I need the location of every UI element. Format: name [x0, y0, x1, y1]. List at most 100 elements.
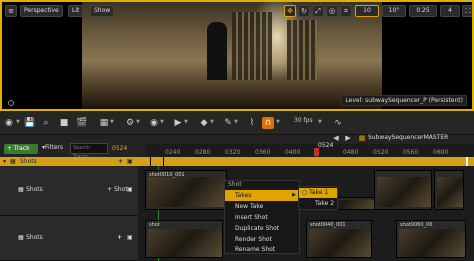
menu-item-duplicate-shot[interactable]: Duplicate Shot: [225, 223, 299, 234]
settings-icon[interactable]: ⚙: [124, 117, 136, 129]
playhead-frame-label: 0524: [318, 142, 334, 149]
clip-thumbnail: [437, 177, 463, 207]
curve-icon[interactable]: ⌇: [246, 117, 258, 129]
menu-item-rename-shot[interactable]: Rename Shot: [225, 244, 299, 255]
shots-track-header[interactable]: ▾ ▦ Shots + ▣: [0, 157, 138, 166]
floor: [82, 80, 382, 109]
curve-editor-icon[interactable]: ∿: [332, 117, 344, 129]
rotation-snap-value[interactable]: 10°: [382, 5, 406, 17]
shot-context-menu: Shot Takes ▶ New Take Insert Shot Duplica…: [224, 180, 300, 254]
film-icon[interactable]: ▣: [127, 234, 133, 241]
key-icon[interactable]: ◆: [198, 117, 210, 129]
ruler-tick: 0320: [225, 149, 241, 156]
ruler-tick: 0480: [343, 149, 359, 156]
filters-label: Filters: [45, 144, 64, 151]
chevron-down-icon[interactable]: ▼: [160, 120, 165, 125]
track-search-input[interactable]: Search Tracks: [70, 143, 108, 160]
magnet-snap-icon[interactable]: ∩: [262, 117, 274, 129]
take-2-item[interactable]: Take 2: [299, 199, 337, 209]
lit-button[interactable]: Lit: [68, 5, 84, 17]
context-menu-header: Shot: [228, 181, 242, 188]
viewport-menu-icon[interactable]: ≡: [5, 5, 17, 17]
clip-thumbnail: [399, 229, 465, 257]
shot-clip[interactable]: [434, 170, 464, 210]
shots-subtrack-row[interactable]: ▦ Shots + ▣: [0, 216, 138, 261]
ruler-tick: 0360: [255, 149, 271, 156]
maximize-icon[interactable]: ⛶: [462, 5, 472, 17]
chevron-down-icon[interactable]: ▼: [234, 120, 239, 125]
chevron-down-icon[interactable]: ▼: [184, 120, 189, 125]
clip-label: shot: [149, 222, 160, 228]
shot-clip[interactable]: shot: [145, 220, 223, 258]
shots-subtrack-icon: ▦: [18, 186, 24, 193]
forward-arrow-icon[interactable]: ▶: [342, 132, 354, 144]
filters-button[interactable]: ▾Filters: [42, 144, 63, 151]
surface-snap-icon[interactable]: ⌗: [340, 5, 352, 17]
sequence-name[interactable]: SubwaySequencerMASTER: [368, 134, 448, 141]
level-viewport[interactable]: ≡ Perspective Lit Show ✥ ↻ ⤢ ◎ ⌗ 10 10° …: [0, 0, 474, 111]
eye-icon[interactable]: ◉: [148, 117, 160, 129]
chevron-down-icon[interactable]: ▼: [276, 120, 281, 125]
perspective-button[interactable]: Perspective: [20, 5, 63, 17]
film-icon[interactable]: ▣: [127, 157, 133, 166]
pencil-icon[interactable]: ✎: [222, 117, 234, 129]
film-icon[interactable]: ▦: [98, 117, 110, 129]
chevron-down-icon[interactable]: ▼: [16, 120, 21, 125]
expand-arrow-icon[interactable]: ▾: [0, 158, 6, 165]
add-icon[interactable]: +: [118, 157, 123, 166]
ruler-tick: 0240: [165, 149, 181, 156]
save-icon[interactable]: 💾: [24, 117, 36, 129]
end-marker: [466, 157, 468, 166]
shots-subtrack-icon: ▦: [18, 234, 24, 241]
shot-clip[interactable]: [374, 170, 432, 210]
show-button[interactable]: Show: [90, 5, 115, 17]
chevron-down-icon[interactable]: ▼: [210, 120, 215, 125]
clip-label: shot0010_001: [149, 172, 185, 178]
sequencer-toolbar: ◉ ▼ 💾 ⌕ ■ 🎬 ▦ ▼ ⚙ ▼ ◉ ▼ ▶ ▼ ◆ ▼ ✎ ▼ ⌇ ∩ …: [0, 111, 474, 135]
rotate-icon[interactable]: ↻: [298, 5, 310, 17]
clip-thumbnail: [377, 177, 431, 207]
sequence-icon: ▦: [358, 134, 366, 142]
scale-snap-value[interactable]: 0.25: [409, 5, 437, 17]
film-icon[interactable]: ▣: [127, 186, 133, 193]
camera-icon[interactable]: ■: [58, 117, 70, 129]
add-icon[interactable]: +: [117, 234, 122, 241]
world-settings-icon[interactable]: ◉: [3, 117, 15, 129]
camera-speed-value[interactable]: 4: [440, 5, 460, 17]
shots-track-bar: [138, 157, 474, 166]
shot-clip[interactable]: shot0060_00: [396, 220, 466, 258]
ruler-tick: 0400: [285, 149, 301, 156]
shot-clip[interactable]: shot0040_001: [306, 220, 372, 258]
show-label: Show: [94, 7, 111, 14]
lit-label: Lit: [72, 7, 80, 14]
current-frame-field[interactable]: 0524: [112, 143, 134, 154]
menu-item-takes[interactable]: Takes ▶: [225, 190, 299, 201]
ruler-tick: 0600: [433, 149, 449, 156]
clip-thumbnail: [309, 229, 371, 257]
playhead-handle[interactable]: [314, 148, 319, 156]
viewport-render-image: [82, 2, 382, 109]
chevron-right-icon: ▶: [292, 192, 296, 198]
world-icon[interactable]: ◎: [326, 5, 338, 17]
shots-subtrack-row[interactable]: ▦ Shots + Shot ▣: [0, 166, 138, 216]
shot-clip[interactable]: shot0010_001: [145, 170, 227, 210]
add-track-button[interactable]: + Track: [4, 144, 38, 154]
chevron-down-icon[interactable]: ▼: [110, 120, 115, 125]
scale-icon[interactable]: ⤢: [312, 5, 324, 17]
chevron-down-icon[interactable]: ▼: [136, 120, 141, 125]
clip-label: shot0040_001: [310, 222, 346, 228]
grid-snap-value[interactable]: 10: [355, 5, 379, 17]
fps-label[interactable]: 30 fps: [294, 117, 313, 124]
transform-icon[interactable]: ✥: [284, 5, 296, 17]
axis-icon: [8, 100, 14, 106]
add-shot-button[interactable]: + Shot: [107, 186, 128, 193]
menu-item-new-take[interactable]: New Take: [225, 201, 299, 212]
chevron-down-icon[interactable]: ▼: [318, 120, 323, 125]
search-icon[interactable]: ⌕: [40, 117, 52, 129]
ruler-tick: 0280: [195, 149, 211, 156]
level-label: Level: subwaySequencer_P (Persistent): [341, 95, 467, 106]
take-1-item[interactable]: ○ Take 1: [299, 188, 337, 198]
play-icon[interactable]: ▶: [172, 117, 184, 129]
menu-item-insert-shot[interactable]: Insert Shot: [225, 212, 299, 223]
render-movie-icon[interactable]: 🎬: [76, 117, 88, 129]
